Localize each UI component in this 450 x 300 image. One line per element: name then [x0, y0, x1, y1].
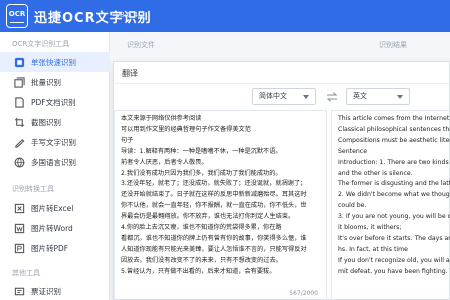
sidebar: OCR文字识别工具 单张快速识别 批量识别 PDF文档识别 截图识别 手写文字识… [0, 32, 110, 300]
file-label: 识别文件 [127, 41, 155, 49]
target-line: Sentence [338, 147, 368, 155]
sidebar-item-label: 截图识别 [31, 117, 61, 127]
sidebar-item-single-scan[interactable]: 单张快速识别 [0, 52, 110, 72]
sidebar-item-handwriting[interactable]: 手写文字识别 [0, 132, 110, 152]
source-line: 4.你的脸上去沉又瘦，谁也不知道你的荒袋得多累，你在路 [121, 224, 282, 232]
swap-languages-icon[interactable] [326, 91, 338, 103]
title-bar: OCR 迅捷OCR文字识别 v8.6.4.2 [0, 0, 450, 32]
source-line: 前者令人厌恶，后者令人敬畏。 [121, 158, 208, 166]
sidebar-section-other: 其他工具 [12, 269, 40, 277]
globe-icon [14, 157, 25, 168]
target-text-pane[interactable]: This article comes from the Internet for… [331, 110, 450, 300]
target-line: could be. [338, 202, 367, 210]
translate-dialog: 翻译 简体中文 英文 本文来源于网络仅供参考阅读可以用到作文里的经典哲理句子作文… [113, 61, 450, 300]
target-line: and the other is silence. [338, 169, 413, 177]
batch-icon [14, 76, 25, 88]
sidebar-item-batch[interactable]: 批量识别 [0, 72, 110, 92]
target-line: Compositions must be aesthetic literatur [338, 136, 450, 144]
target-line: The former is disgusting and the latter … [338, 180, 450, 188]
sidebar-item-ticket[interactable]: 票证识别 [0, 281, 110, 300]
target-language-select[interactable]: 英文 [346, 88, 410, 105]
ticket-icon [14, 286, 25, 297]
target-line: 3. If you are not young, you will be old… [338, 213, 450, 221]
target-line: Introduction: 1. There are two kinds of … [338, 158, 450, 166]
chevron-down-icon [303, 95, 309, 99]
sidebar-item-label: 手写文字识别 [31, 137, 76, 147]
screenshot-icon [14, 117, 25, 128]
source-line: 看都沉，谁也不知道你的牌上仍有曾有你的故事，你笑得多么惬，谁 [121, 234, 307, 242]
pdf-icon [14, 96, 25, 108]
sidebar-item-screenshot[interactable]: 截图识别 [0, 112, 110, 132]
source-language-value: 简体中文 [259, 92, 287, 100]
sidebar-item-label: 票证识别 [31, 286, 61, 296]
source-line: 界最会仍是最翱翔放。你不放弃，谁也无法打你判定人生结束。 [121, 213, 295, 221]
sidebar-item-label: 单张快速识别 [31, 57, 76, 67]
source-line: 2.我们没有成功只因为我们多，我们成功了我们能成功的。 [121, 169, 282, 177]
source-line: 5.曾经认为，只有做不出看的，后来才知道，会有要拔。 [121, 267, 276, 275]
result-label: 识别结果 [379, 41, 407, 49]
sidebar-item-label: 图片转Excel [31, 203, 74, 213]
sidebar-item-label: 图片转PDF [31, 243, 69, 253]
source-line: 还没开始就结束了。日子就在这样的反思中新新减磨殆尽。耳其这时 [121, 191, 307, 199]
source-line: 你不认他，就会一直年轻，你不报酬，就一直在成功，你不低头，世 [121, 202, 307, 210]
target-line: It's over before it starts. The days are… [338, 234, 450, 242]
sidebar-section-convert: 识别转换工具 [12, 185, 54, 193]
app-version: v8.6.4.2 [116, 11, 145, 19]
pdf-convert-icon [14, 243, 25, 254]
chevron-down-icon [397, 95, 403, 99]
sidebar-item-excel[interactable]: 图片转Excel [0, 198, 110, 218]
target-line: hs. In fact, at this time [338, 245, 408, 253]
source-line: 本文来源于网络仅供参考阅读 [121, 115, 202, 122]
target-line: it blooms, it withers; [338, 224, 402, 232]
source-text: 本文来源于网络仅供参考阅读可以用到作文里的经典哲理句子作文备得美文范 句子导读：1… [121, 114, 307, 278]
source-line: 3.还没年轻，就老了；还没成功，就失败了；还没诞就，就凋谢了； [121, 180, 307, 188]
sidebar-item-pdf-convert[interactable]: 图片转PDF [0, 238, 110, 258]
app-logo: OCR [6, 4, 28, 28]
target-line: mit defeat, you have been fighting. You … [338, 267, 450, 275]
dialog-title: 翻译 [122, 69, 138, 78]
source-line: 句子 [121, 136, 134, 144]
target-line: If you don't recognize old, you will alw… [338, 256, 450, 264]
logo-text: OCR [8, 10, 26, 18]
target-language-value: 英文 [353, 92, 367, 100]
char-count: 567/2000 [289, 290, 318, 297]
source-line: 导读：1.解释有两种：一种是嗜嗜不休，一种是沉默不语。 [121, 147, 282, 155]
handwriting-icon [14, 137, 25, 148]
source-language-select[interactable]: 简体中文 [252, 88, 316, 105]
target-line: This article comes from the Internet for… [338, 115, 450, 122]
sidebar-item-multilang[interactable]: 多国语言识别 [0, 152, 110, 172]
sidebar-section-ocr: OCR文字识别工具 [12, 40, 70, 48]
sidebar-item-label: 图片转Word [31, 223, 73, 233]
sidebar-item-label: 多国语言识别 [31, 157, 76, 167]
source-line: 人知道你现能有只能光来美臻，要让人怎悟谁不言的，只能写得反对 [121, 245, 307, 253]
source-line: 因放去。我们没有改变不了的未来，只有不想改变的过去。 [121, 256, 282, 264]
source-text-pane[interactable]: 本文来源于网络仅供参考阅读可以用到作文里的经典哲理句子作文备得美文范 句子导读：1… [114, 110, 327, 300]
source-line: 可以用到作文里的经典哲理句子作文备得美文范 [121, 125, 251, 133]
sidebar-item-label: PDF文档识别 [31, 97, 76, 107]
sidebar-item-word[interactable]: 图片转Word [0, 218, 110, 238]
target-text: This article comes from the Internet for… [338, 114, 450, 278]
target-line: 2. We didn't become what we thought we [338, 191, 450, 199]
sidebar-item-pdf[interactable]: PDF文档识别 [0, 92, 110, 112]
excel-icon [14, 203, 25, 214]
sidebar-item-label: 批量识别 [31, 77, 61, 87]
word-icon [14, 223, 25, 234]
single-scan-icon [14, 57, 25, 68]
target-line: Classical philosophical sentences that c… [338, 125, 450, 133]
dialog-header: 翻译 [114, 62, 449, 84]
